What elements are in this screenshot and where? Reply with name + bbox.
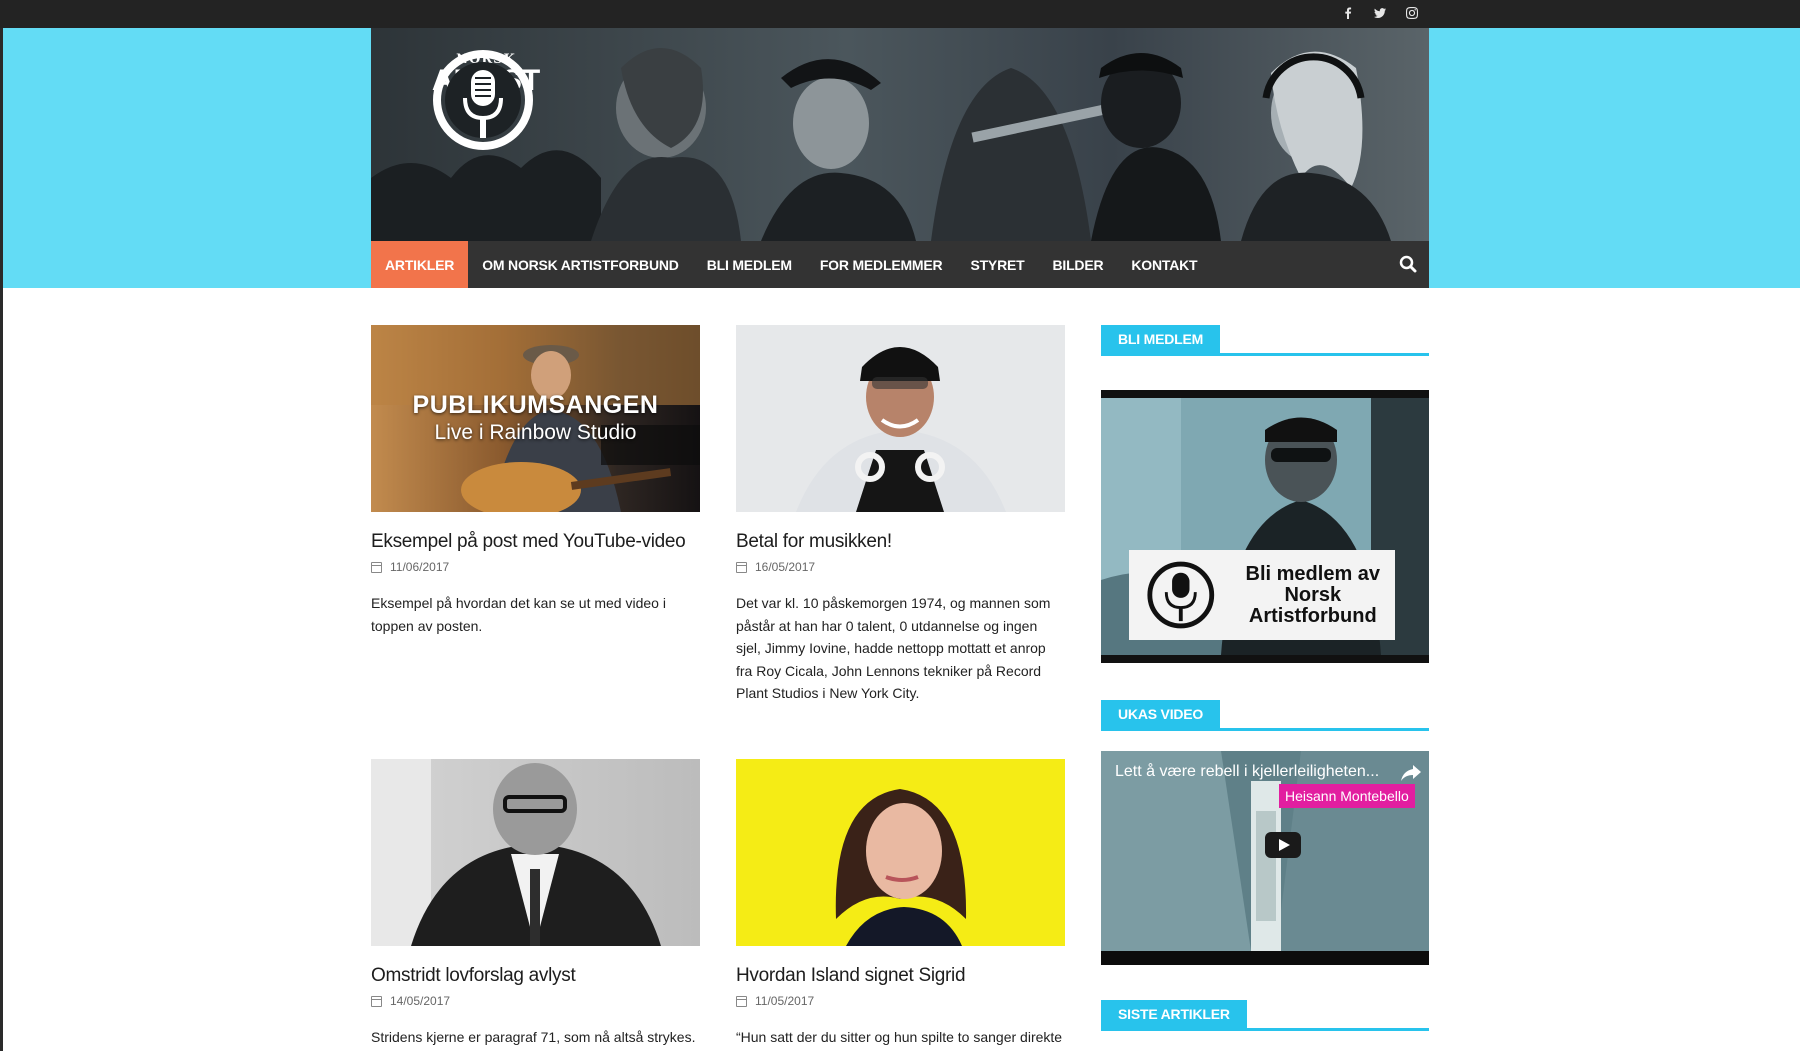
search-icon[interactable] [1399,255,1417,273]
video-embed[interactable]: Lett å være rebell i kjellerleiligheten.… [1101,751,1429,965]
post-thumbnail[interactable]: PUBLIKUMSANGEN Live i Rainbow Studio [371,325,700,512]
widget-heading: BLI MEDLEM [1101,325,1429,356]
microphone-logo-icon [433,50,533,150]
calendar-icon [371,561,382,573]
calendar-icon [736,561,747,573]
post-title[interactable]: Eksempel på post med YouTube-video [371,531,700,553]
thumbnail-overlay-subtitle: Live i Rainbow Studio [434,421,637,444]
video-channel-badge[interactable]: Heisann Montebello [1279,784,1415,808]
post-card: Hvordan Island signet Sigrid 11/05/2017 … [736,759,1065,1049]
post-excerpt: “Hun satt der du sitter og hun spilte to… [736,1029,1063,1045]
widget-heading-label: BLI MEDLEM [1101,325,1221,353]
nav-item-for-medlemmer[interactable]: FOR MEDLEMMER [806,241,957,288]
post-date-text: 14/05/2017 [390,994,451,1008]
post-date-text: 11/05/2017 [755,994,815,1008]
post-date-text: 16/05/2017 [755,560,816,574]
nav-item-bli-medlem[interactable]: BLI MEDLEM [693,241,806,288]
widget-heading-label: SISTE ARTIKLER [1101,1000,1247,1028]
join-banner[interactable]: Bli medlem av Norsk Artistforbund [1101,390,1429,663]
microphone-logo-icon [1147,561,1215,629]
play-icon[interactable] [1265,832,1301,858]
widget-heading: UKAS VIDEO [1101,700,1429,731]
header-banner: NORSK ARTIST FORBUND [371,28,1429,241]
post-excerpt: Eksempel på hvordan det kan se ut med vi… [371,595,666,634]
post-date: 11/05/2017 [736,994,1065,1008]
share-icon[interactable] [1401,765,1421,781]
facebook-icon[interactable] [1340,5,1356,21]
post-card: Betal for musikken! 16/05/2017 Det var k… [736,325,1065,705]
social-links [1340,5,1420,21]
widget-heading: SISTE ARTIKLER [1101,1000,1429,1031]
join-card-text: Bli medlem av Norsk Artistforbund [1245,562,1381,627]
nav-item-bilder[interactable]: BILDER [1038,241,1117,288]
widget-heading-label: UKAS VIDEO [1101,700,1221,728]
post-excerpt: Stridens kjerne er paragraf 71, som nå a… [371,1029,696,1045]
nav-item-kontakt[interactable]: KONTAKT [1117,241,1211,288]
calendar-icon [736,995,747,1007]
nav-item-artikler[interactable]: ARTIKLER [371,241,469,288]
post-thumbnail[interactable] [736,759,1065,946]
post-date: 11/06/2017 [371,560,700,574]
top-bar [0,0,1800,28]
nav-item-styret[interactable]: STYRET [956,241,1038,288]
post-thumbnail[interactable] [371,759,700,946]
post-card: PUBLIKUMSANGEN Live i Rainbow Studio Eks… [371,325,700,637]
post-title[interactable]: Omstridt lovforslag avlyst [371,965,700,987]
post-title[interactable]: Betal for musikken! [736,531,1065,553]
video-title[interactable]: Lett å være rebell i kjellerleiligheten.… [1115,763,1379,781]
post-date-text: 11/06/2017 [390,560,450,574]
calendar-icon [371,995,382,1007]
twitter-icon[interactable] [1372,5,1388,21]
nav-item-om-norsk-artistforbund[interactable]: OM NORSK ARTISTFORBUND [468,241,693,288]
post-date: 16/05/2017 [736,560,1065,574]
thumbnail-overlay-title: PUBLIKUMSANGEN [412,391,659,419]
main-navigation: ARTIKLER OM NORSK ARTISTFORBUND BLI MEDL… [371,241,1429,288]
post-title[interactable]: Hvordan Island signet Sigrid [736,965,1065,987]
post-date: 14/05/2017 [371,994,700,1008]
post-thumbnail[interactable] [736,325,1065,512]
instagram-icon[interactable] [1404,5,1420,21]
site-logo[interactable]: NORSK ARTIST FORBUND [431,48,541,150]
join-card: Bli medlem av Norsk Artistforbund [1129,550,1395,640]
window-edge [0,28,3,1051]
post-excerpt: Det var kl. 10 påskemorgen 1974, og mann… [736,595,1051,701]
post-card: Omstridt lovforslag avlyst 14/05/2017 St… [371,759,700,1049]
